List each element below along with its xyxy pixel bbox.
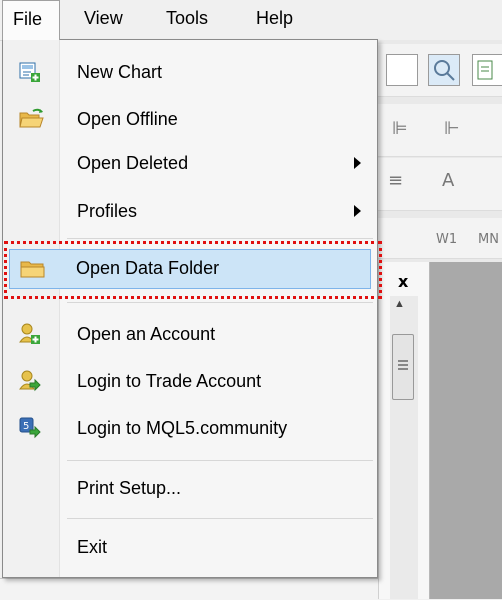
text-tool-icon[interactable]: A	[442, 170, 454, 191]
menu-bar: File View Tools Help	[0, 0, 502, 41]
menu-separator	[67, 238, 373, 239]
svg-text:5: 5	[23, 421, 29, 432]
menu-separator	[67, 460, 373, 461]
menu-item-print-setup[interactable]: Print Setup...	[5, 469, 375, 509]
menu-view[interactable]: View	[74, 0, 133, 40]
mql5-login-icon: 5	[19, 417, 41, 439]
close-panel-icon[interactable]: x	[398, 272, 408, 291]
menu-item-open-account[interactable]: Open an Account	[5, 315, 375, 355]
submenu-arrow-icon	[354, 157, 361, 169]
menu-item-new-chart[interactable]: New Chart	[5, 53, 375, 93]
menu-item-open-offline[interactable]: Open Offline	[5, 100, 375, 140]
market-watch-row	[0, 578, 378, 600]
toolbar-window-icon[interactable]	[386, 54, 418, 86]
scroll-up-icon[interactable]: ▲	[394, 298, 405, 310]
scrollbar-grip-icon	[398, 360, 408, 370]
menu-item-label: New Chart	[77, 62, 163, 82]
folder-icon	[20, 258, 46, 280]
menu-item-open-deleted[interactable]: Open Deleted	[5, 144, 375, 184]
menu-item-label: Exit	[77, 537, 108, 557]
menu-file[interactable]: File	[2, 0, 60, 40]
menu-item-label: Open Deleted	[77, 153, 189, 173]
account-add-icon	[19, 323, 41, 345]
new-chart-icon	[19, 61, 41, 83]
menu-item-label: Profiles	[77, 201, 138, 221]
open-folder-icon	[19, 108, 45, 130]
chart-area	[430, 262, 502, 599]
toolbar-navigator-icon[interactable]	[428, 54, 460, 86]
objects-toolbar: ≡ A	[378, 158, 502, 211]
menu-item-exit[interactable]: Exit	[5, 528, 375, 568]
menu-separator	[67, 518, 373, 519]
menu-tools[interactable]: Tools	[156, 0, 218, 40]
standard-toolbar	[378, 44, 502, 97]
menu-item-label: Print Setup...	[77, 478, 182, 498]
menu-item-label: Open an Account	[77, 324, 216, 344]
vertical-line-icon[interactable]: ⊫	[392, 118, 408, 139]
menu-help[interactable]: Help	[246, 0, 303, 40]
menu-item-login-trade-account[interactable]: Login to Trade Account	[5, 362, 375, 402]
fibonacci-icon[interactable]: ≡	[388, 170, 403, 191]
line-studies-toolbar: ⊫ ⊩	[378, 104, 502, 157]
menu-item-profiles[interactable]: Profiles	[5, 192, 375, 232]
timeframe-w1[interactable]: W1	[436, 232, 457, 247]
menu-item-open-data-folder[interactable]: Open Data Folder	[9, 249, 371, 289]
account-login-icon	[19, 370, 41, 392]
submenu-arrow-icon	[354, 205, 361, 217]
timeframe-mn[interactable]: MN	[478, 232, 499, 247]
menu-item-label: Open Offline	[77, 109, 178, 129]
menu-item-label: Open Data Folder	[76, 258, 220, 278]
toolbar-new-order-icon[interactable]	[472, 54, 502, 86]
file-menu-dropdown: New Chart Open Offline Open Deleted Prof…	[2, 39, 378, 578]
menu-item-label: Login to MQL5.community	[77, 418, 288, 438]
menu-item-label: Login to Trade Account	[77, 371, 262, 391]
horizontal-line-icon[interactable]: ⊩	[444, 118, 460, 139]
menu-separator	[67, 302, 373, 303]
menu-item-login-mql5[interactable]: 5 Login to MQL5.community	[5, 409, 375, 449]
